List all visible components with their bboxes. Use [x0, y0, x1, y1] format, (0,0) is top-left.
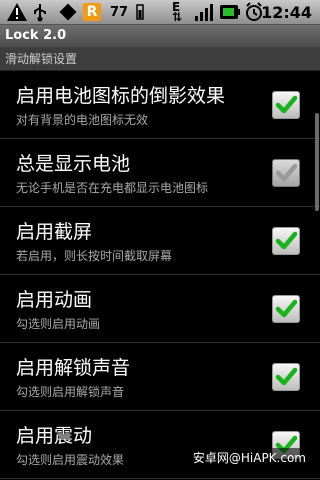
pref-title: 启用震动 [16, 425, 93, 447]
pref-subtitle: 勾选则启用震动效果 [16, 453, 125, 467]
checkbox[interactable] [272, 363, 300, 391]
pref-animation[interactable]: 启用动画 勾选则启用动画 [0, 275, 320, 343]
battery-level-icon [136, 4, 144, 20]
r-app-icon: R [83, 3, 101, 21]
section-header: 滑动解锁设置 [0, 47, 320, 71]
app-title: Lock 2.0 [5, 28, 67, 43]
pref-title: 启用截屏 [16, 221, 93, 243]
signal-icon [195, 4, 213, 21]
checkbox[interactable] [272, 295, 300, 323]
checkbox-disabled[interactable] [272, 159, 300, 187]
status-bar: R 77 E ⇅ 12:44 [0, 0, 320, 25]
watermark: 安卓网@HiAPK.com [188, 448, 310, 467]
usb-icon [34, 4, 46, 22]
charging-icon [220, 5, 240, 19]
checkmark-icon [275, 95, 298, 114]
app-title-bar: Lock 2.0 [0, 25, 320, 47]
checkbox[interactable] [272, 227, 300, 255]
pref-title: 启用动画 [16, 289, 93, 311]
pref-subtitle: 无论手机是否在充电都显示电池图标 [16, 181, 209, 195]
scrollbar[interactable] [315, 113, 319, 211]
battery-percent-text: 77 [110, 5, 129, 20]
warning-icon [7, 3, 27, 21]
pref-screenshot[interactable]: 启用截屏 若启用，则长按时间截取屏幕 [0, 207, 320, 275]
pref-title: 启用电池图标的倒影效果 [16, 85, 226, 107]
preference-list: 启用电池图标的倒影效果 对有背景的电池图标无效 总是显示电池 无论手机是否在充电… [0, 71, 320, 479]
pref-subtitle: 若启用，则长按时间截取屏幕 [16, 249, 173, 263]
checkbox[interactable] [272, 91, 300, 119]
checkmark-icon [275, 163, 298, 182]
checkmark-icon [275, 299, 298, 318]
pref-unlock-sound[interactable]: 启用解锁声音 勾选则启用解锁声音 [0, 343, 320, 411]
network-e-icon: E ⇅ [172, 0, 183, 24]
checkmark-icon [275, 231, 298, 250]
clock-time: 12:44 [261, 3, 312, 22]
pref-subtitle: 勾选则启用解锁声音 [16, 385, 125, 399]
pref-battery-reflection[interactable]: 启用电池图标的倒影效果 对有背景的电池图标无效 [0, 71, 320, 139]
pref-subtitle: 对有背景的电池图标无效 [16, 113, 149, 127]
data-arrow-icon [59, 3, 77, 21]
pref-vibration[interactable]: 启用震动 勾选则启用震动效果 [0, 411, 320, 479]
section-header-label: 滑动解锁设置 [5, 52, 78, 66]
pref-subtitle: 勾选则启用动画 [16, 317, 101, 331]
checkmark-icon [275, 367, 298, 386]
pref-title: 总是显示电池 [16, 153, 131, 175]
pref-always-show-battery[interactable]: 总是显示电池 无论手机是否在充电都显示电池图标 [0, 139, 320, 207]
pref-title: 启用解锁声音 [16, 357, 131, 379]
